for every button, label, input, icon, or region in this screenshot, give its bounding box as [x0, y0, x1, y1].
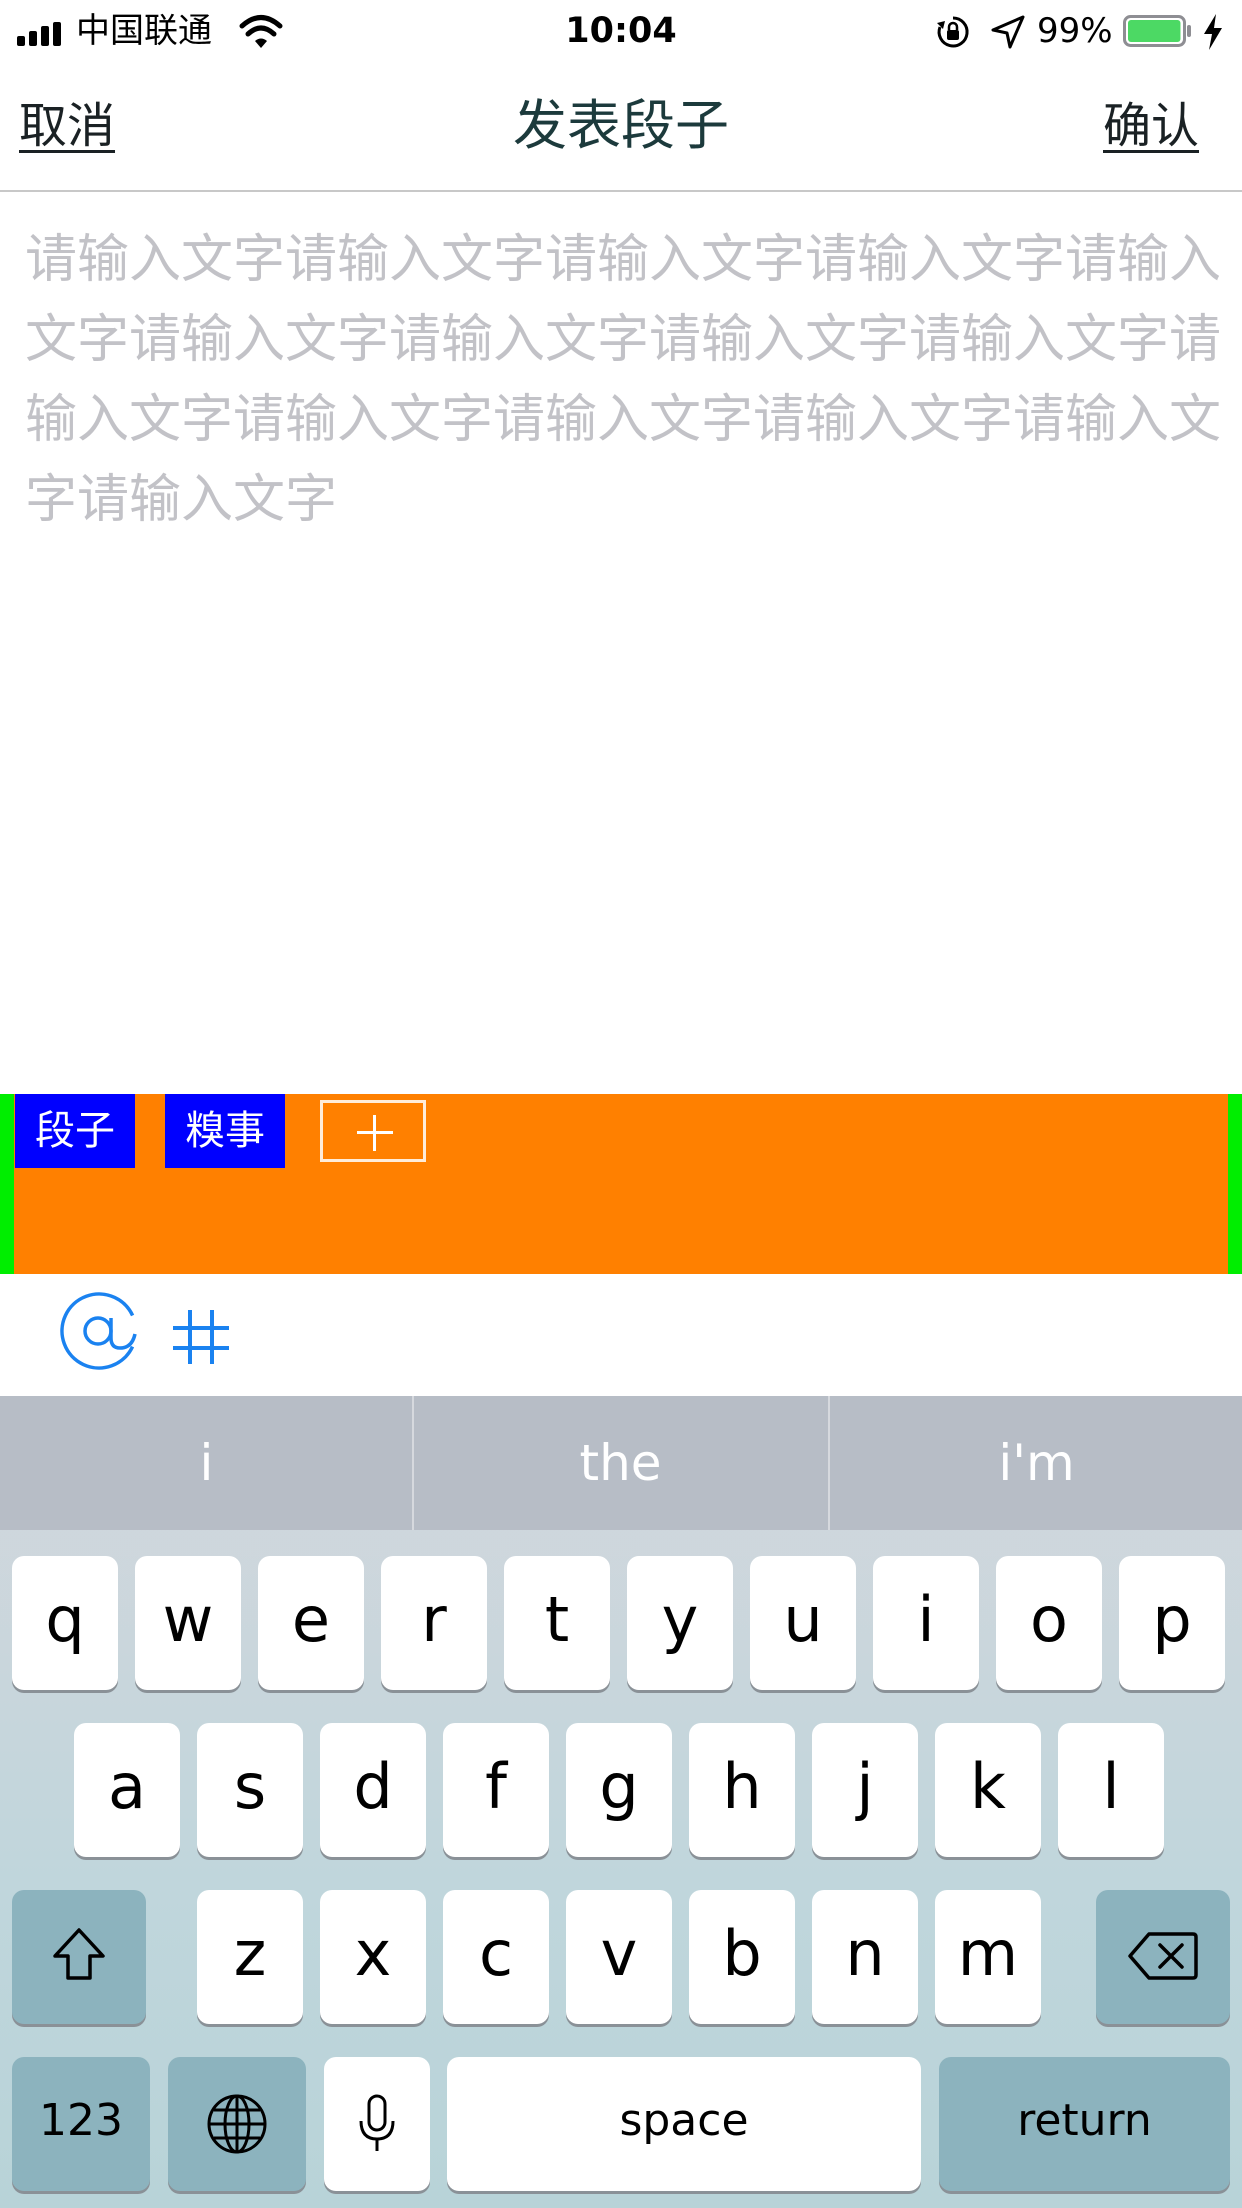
key-q[interactable]: q [12, 1556, 118, 1690]
key-s[interactable]: s [197, 1723, 303, 1857]
tag-bar-edge-left [0, 1094, 14, 1274]
key-w[interactable]: w [135, 1556, 241, 1690]
shift-key[interactable] [12, 1890, 146, 2024]
at-icon[interactable] [58, 1290, 140, 1372]
tag-item[interactable]: 糗事 [165, 1094, 285, 1168]
page-title: 发表段子 [513, 94, 729, 157]
key-a[interactable]: a [74, 1723, 180, 1857]
key-o[interactable]: o [996, 1556, 1102, 1690]
key-k[interactable]: k [935, 1723, 1041, 1857]
suggestion-item[interactable]: the [414, 1396, 827, 1530]
add-tag-button[interactable] [320, 1100, 426, 1162]
key-h[interactable]: h [689, 1723, 795, 1857]
compose-text-input[interactable]: 请输入文字请输入文字请输入文字请输入文字请输入文字请输入文字请输入文字请输入文字… [25, 220, 1225, 1080]
globe-key[interactable] [168, 2057, 306, 2191]
tag-item[interactable]: 段子 [15, 1094, 135, 1168]
key-e[interactable]: e [258, 1556, 364, 1690]
key-c[interactable]: c [443, 1890, 549, 2024]
hashtag-icon[interactable] [170, 1306, 232, 1368]
key-y[interactable]: y [627, 1556, 733, 1690]
location-arrow-icon [991, 15, 1025, 49]
key-r[interactable]: r [381, 1556, 487, 1690]
tag-bar-edge-right [1228, 1094, 1242, 1274]
confirm-button[interactable]: 确认 [1103, 94, 1199, 158]
battery-percent: 99% [1037, 11, 1113, 51]
key-x[interactable]: x [320, 1890, 426, 2024]
space-key[interactable]: space [447, 2057, 921, 2191]
key-m[interactable]: m [935, 1890, 1041, 2024]
navigation-bar: 取消 发表段子 确认 [0, 62, 1242, 192]
shift-icon [53, 1928, 105, 1980]
delete-icon [1128, 1932, 1198, 1980]
key-b[interactable]: b [689, 1890, 795, 2024]
globe-icon [207, 2094, 267, 2154]
key-z[interactable]: z [197, 1890, 303, 2024]
key-v[interactable]: v [566, 1890, 672, 2024]
microphone-icon [359, 2094, 395, 2151]
battery-icon [1123, 15, 1191, 47]
key-d[interactable]: d [320, 1723, 426, 1857]
suggestion-item[interactable]: i [0, 1396, 413, 1530]
key-p[interactable]: p [1119, 1556, 1225, 1690]
key-f[interactable]: f [443, 1723, 549, 1857]
key-i[interactable]: i [873, 1556, 979, 1690]
numbers-key[interactable]: 123 [12, 2057, 150, 2191]
rotation-lock-icon [937, 16, 969, 48]
key-t[interactable]: t [504, 1556, 610, 1690]
key-g[interactable]: g [566, 1723, 672, 1857]
return-key[interactable]: return [939, 2057, 1230, 2191]
key-l[interactable]: l [1058, 1723, 1164, 1857]
key-j[interactable]: j [812, 1723, 918, 1857]
status-bar: 中国联通 10:04 99% [0, 0, 1242, 62]
key-n[interactable]: n [812, 1890, 918, 2024]
charging-bolt-icon [1204, 14, 1222, 50]
microphone-key[interactable] [324, 2057, 430, 2191]
delete-key[interactable] [1096, 1890, 1230, 2024]
key-u[interactable]: u [750, 1556, 856, 1690]
suggestion-item[interactable]: i'm [830, 1396, 1242, 1530]
